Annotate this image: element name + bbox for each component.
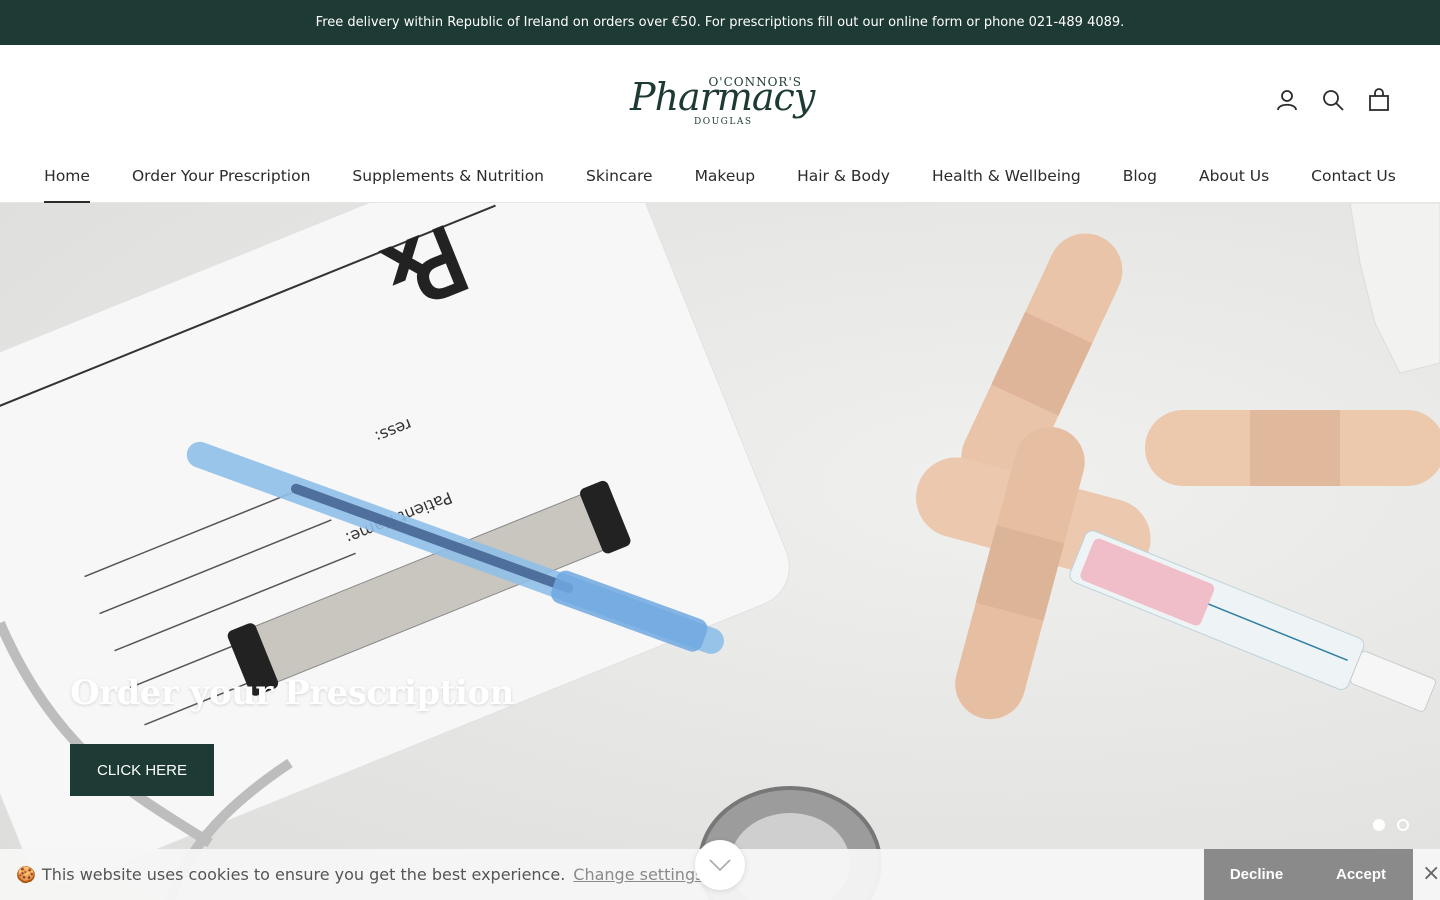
main-nav: Home Order Your Prescription Supplements… xyxy=(0,167,1440,203)
cookie-buttons: Decline Accept xyxy=(1204,849,1413,900)
accept-button[interactable]: Accept xyxy=(1309,849,1413,900)
bag-icon[interactable] xyxy=(1366,87,1392,113)
decline-button[interactable]: Decline xyxy=(1204,849,1309,900)
cookie-text: This website uses cookies to ensure you … xyxy=(41,865,566,884)
site-header: O'CONNOR'S Pharmacy DOUGLAS Home Order Y… xyxy=(0,45,1440,203)
nav-item-home[interactable]: Home xyxy=(44,167,90,203)
announcement-text: Free delivery within Republic of Ireland… xyxy=(315,15,1125,30)
scroll-down-button[interactable] xyxy=(695,840,745,890)
cookie-icon: 🍪 xyxy=(16,865,36,884)
logo-main-text: Pharmacy xyxy=(630,75,815,119)
account-icon[interactable] xyxy=(1274,87,1300,113)
hero-image: ℞ ress: Patient Name: xyxy=(0,203,1440,900)
cookie-message: 🍪 This website uses cookies to ensure yo… xyxy=(16,865,565,884)
close-icon[interactable]: × xyxy=(1422,863,1440,885)
change-settings-link[interactable]: Change settings xyxy=(573,865,703,884)
nav-item-supplements[interactable]: Supplements & Nutrition xyxy=(352,167,544,203)
chevron-down-icon xyxy=(709,859,731,872)
announcement-bar: Free delivery within Republic of Ireland… xyxy=(0,0,1440,45)
nav-item-about-us[interactable]: About Us xyxy=(1199,167,1269,203)
nav-item-makeup[interactable]: Makeup xyxy=(695,167,756,203)
nav-item-health-wellbeing[interactable]: Health & Wellbeing xyxy=(932,167,1081,203)
nav-item-blog[interactable]: Blog xyxy=(1123,167,1157,203)
slide-dot-2[interactable] xyxy=(1397,819,1409,831)
header-icons xyxy=(1274,87,1392,113)
slide-dot-1[interactable] xyxy=(1373,819,1385,831)
pharmacy-logo[interactable]: O'CONNOR'S Pharmacy DOUGLAS xyxy=(620,67,820,137)
click-here-button[interactable]: CLICK HERE xyxy=(70,744,214,796)
nav-item-skincare[interactable]: Skincare xyxy=(586,167,653,203)
search-icon[interactable] xyxy=(1320,87,1346,113)
logo-bottom-text: DOUGLAS xyxy=(694,117,753,127)
hero-title: Order your Prescription xyxy=(70,673,514,713)
nav-item-hair-body[interactable]: Hair & Body xyxy=(797,167,890,203)
hero-slideshow: ℞ ress: Patient Name: xyxy=(0,203,1440,900)
nav-item-contact-us[interactable]: Contact Us xyxy=(1311,167,1396,203)
nav-item-order-prescription[interactable]: Order Your Prescription xyxy=(132,167,310,203)
slide-dots xyxy=(1373,819,1409,831)
